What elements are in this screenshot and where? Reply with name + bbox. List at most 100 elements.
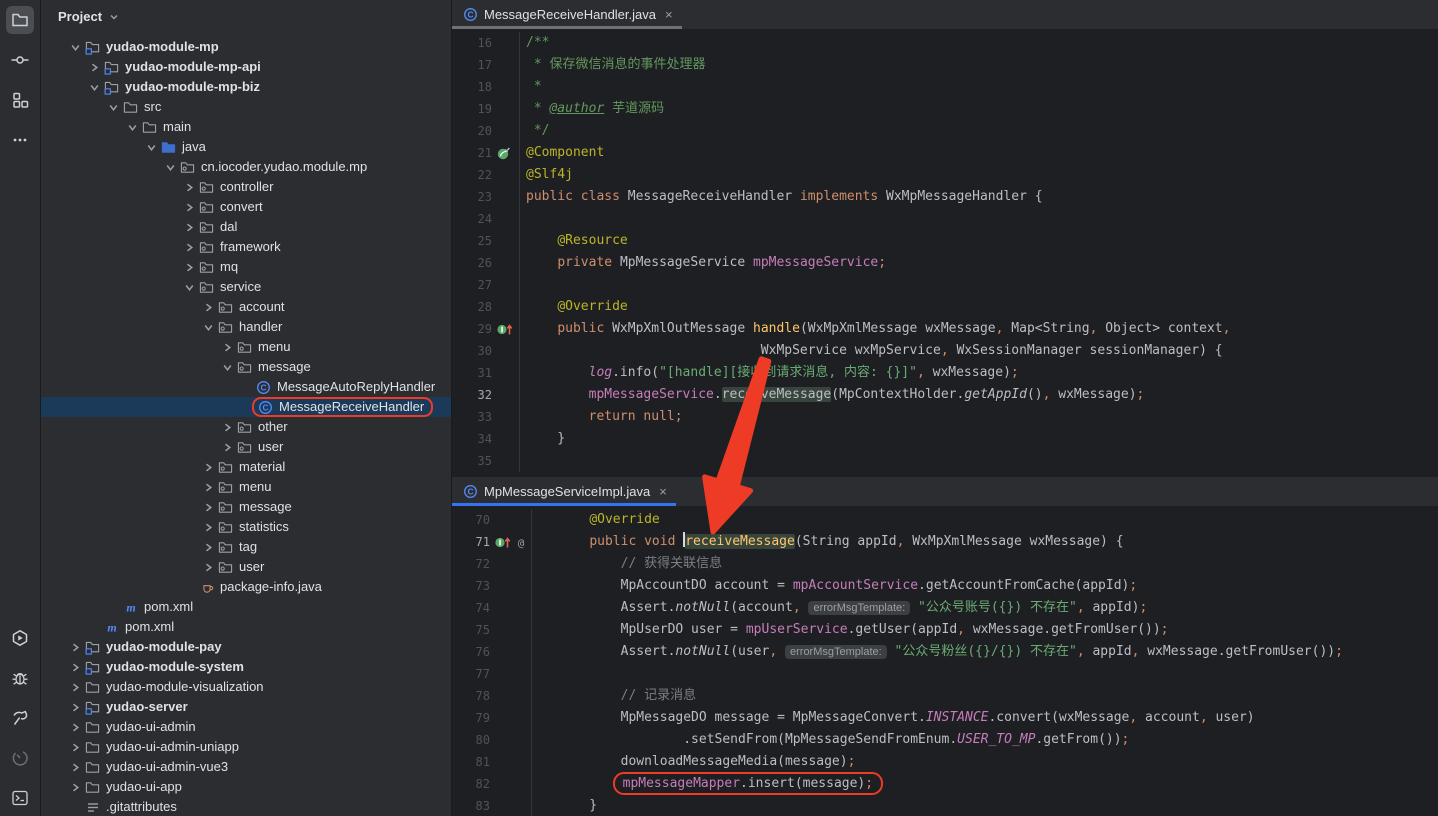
code-line[interactable]: 70 @Override: [452, 509, 1438, 531]
chevron-collapsed-icon[interactable]: [181, 183, 198, 192]
tree-item-yudao-ui-app[interactable]: yudao-ui-app: [41, 777, 451, 797]
code-area[interactable]: 16/**17 * 保存微信消息的事件处理器18 *19 * @author 芋…: [452, 29, 1438, 477]
tree-item-menu[interactable]: menu: [41, 337, 451, 357]
chevron-expanded-icon[interactable]: [143, 143, 160, 152]
line-number[interactable]: 25: [452, 230, 492, 252]
tree-item-yudao-server[interactable]: yudao-server: [41, 697, 451, 717]
editor-message-receive-handler[interactable]: CMessageReceiveHandler.java×16/**17 * 保存…: [452, 0, 1438, 477]
tree-item-user[interactable]: user: [41, 557, 451, 577]
chevron-collapsed-icon[interactable]: [200, 543, 217, 552]
tree-item-material[interactable]: material: [41, 457, 451, 477]
code-line[interactable]: 81 downloadMessageMedia(message);: [452, 751, 1438, 773]
tree-item-statistics[interactable]: statistics: [41, 517, 451, 537]
chevron-expanded-icon[interactable]: [162, 163, 179, 172]
tree-item-messagereceivehandler[interactable]: CMessageReceiveHandler: [41, 397, 451, 417]
code-line[interactable]: 80 .setSendFrom(MpMessageSendFromEnum.US…: [452, 729, 1438, 751]
tree-item-yudao-module-visualization[interactable]: yudao-module-visualization: [41, 677, 451, 697]
debug-icon[interactable]: [6, 664, 34, 692]
line-number[interactable]: 83: [452, 795, 490, 816]
code-line[interactable]: 23public class MessageReceiveHandler imp…: [452, 186, 1438, 208]
tree-item-tag[interactable]: tag: [41, 537, 451, 557]
close-tab-icon[interactable]: ×: [659, 485, 667, 498]
line-number[interactable]: 22: [452, 164, 492, 186]
line-number[interactable]: 28: [452, 296, 492, 318]
tree-item-yudao-module-mp[interactable]: yudao-module-mp: [41, 37, 451, 57]
line-number[interactable]: 24: [452, 208, 492, 230]
chevron-collapsed-icon[interactable]: [200, 303, 217, 312]
line-number[interactable]: 74: [452, 597, 490, 619]
editor-mp-message-service-impl[interactable]: CMpMessageServiceImpl.java×70 @Override7…: [452, 477, 1438, 816]
tree-item-package-info-java[interactable]: package-info.java: [41, 577, 451, 597]
tree-item--gitattributes[interactable]: .gitattributes: [41, 797, 451, 816]
code-line[interactable]: 72 // 获得关联信息: [452, 553, 1438, 575]
code-line[interactable]: 82 mpMessageMapper.insert(message);: [452, 773, 1438, 795]
line-number[interactable]: 72: [452, 553, 490, 575]
line-number[interactable]: 20: [452, 120, 492, 142]
line-number[interactable]: 19: [452, 98, 492, 120]
code-line[interactable]: 31 log.info("[handle][接收到请求消息, 内容: {}]",…: [452, 362, 1438, 384]
line-number[interactable]: 21: [452, 142, 492, 164]
tree-item-main[interactable]: main: [41, 117, 451, 137]
tree-item-dal[interactable]: dal: [41, 217, 451, 237]
run-icon[interactable]: [6, 624, 34, 652]
chevron-collapsed-icon[interactable]: [67, 683, 84, 692]
line-number[interactable]: 35: [452, 450, 492, 472]
tree-item-messageautoreplyhandler[interactable]: CMessageAutoReplyHandler: [41, 377, 451, 397]
code-line[interactable]: 25 @Resource: [452, 230, 1438, 252]
line-number[interactable]: 31: [452, 362, 492, 384]
tab-messagereceivehandler-java[interactable]: CMessageReceiveHandler.java×: [452, 0, 682, 29]
tree-item-java[interactable]: java: [41, 137, 451, 157]
line-number[interactable]: 75: [452, 619, 490, 641]
chevron-expanded-icon[interactable]: [86, 83, 103, 92]
chevron-collapsed-icon[interactable]: [200, 523, 217, 532]
code-line[interactable]: 20 */: [452, 120, 1438, 142]
code-line[interactable]: 35: [452, 450, 1438, 472]
line-number[interactable]: 17: [452, 54, 492, 76]
code-line[interactable]: 33 return null;: [452, 406, 1438, 428]
chevron-collapsed-icon[interactable]: [67, 763, 84, 772]
line-number[interactable]: 76: [452, 641, 490, 663]
chevron-collapsed-icon[interactable]: [200, 463, 217, 472]
tree-item-handler[interactable]: handler: [41, 317, 451, 337]
line-number[interactable]: 71: [452, 531, 490, 553]
line-number[interactable]: 32: [452, 384, 492, 406]
tree-item-yudao-module-pay[interactable]: yudao-module-pay: [41, 637, 451, 657]
tree-item-pom-xml[interactable]: mpom.xml: [41, 597, 451, 617]
tree-item-yudao-module-system[interactable]: yudao-module-system: [41, 657, 451, 677]
code-line[interactable]: 34 }: [452, 428, 1438, 450]
code-line[interactable]: 78 // 记录消息: [452, 685, 1438, 707]
commit-icon[interactable]: [6, 46, 34, 74]
chevron-collapsed-icon[interactable]: [181, 243, 198, 252]
build-icon[interactable]: [6, 704, 34, 732]
code-line[interactable]: 19 * @author 芋道源码: [452, 98, 1438, 120]
tree-item-yudao-ui-admin-uniapp[interactable]: yudao-ui-admin-uniapp: [41, 737, 451, 757]
tree-item-message[interactable]: message: [41, 497, 451, 517]
code-line[interactable]: 17 * 保存微信消息的事件处理器: [452, 54, 1438, 76]
code-line[interactable]: 16/**: [452, 32, 1438, 54]
line-number[interactable]: 82: [452, 773, 490, 795]
chevron-collapsed-icon[interactable]: [67, 743, 84, 752]
more-icon[interactable]: [6, 126, 34, 154]
code-area[interactable]: 70 @Override71@ public void receiveMessa…: [452, 506, 1438, 816]
tree-item-yudao-module-mp-biz[interactable]: yudao-module-mp-biz: [41, 77, 451, 97]
line-number[interactable]: 78: [452, 685, 490, 707]
chevron-collapsed-icon[interactable]: [181, 263, 198, 272]
chevron-down-icon[interactable]: [109, 12, 119, 22]
chevron-collapsed-icon[interactable]: [219, 423, 236, 432]
line-number[interactable]: 30: [452, 340, 492, 362]
chevron-collapsed-icon[interactable]: [67, 663, 84, 672]
chevron-collapsed-icon[interactable]: [67, 643, 84, 652]
chevron-expanded-icon[interactable]: [67, 43, 84, 52]
code-line[interactable]: 18 *: [452, 76, 1438, 98]
chevron-expanded-icon[interactable]: [219, 363, 236, 372]
line-number[interactable]: 73: [452, 575, 490, 597]
tree-item-src[interactable]: src: [41, 97, 451, 117]
code-line[interactable]: 79 MpMessageDO message = MpMessageConver…: [452, 707, 1438, 729]
chevron-collapsed-icon[interactable]: [181, 223, 198, 232]
line-number[interactable]: 81: [452, 751, 490, 773]
chevron-collapsed-icon[interactable]: [200, 503, 217, 512]
code-line[interactable]: 73 MpAccountDO account = mpAccountServic…: [452, 575, 1438, 597]
project-folder-icon[interactable]: [6, 6, 34, 34]
chevron-collapsed-icon[interactable]: [67, 783, 84, 792]
code-line[interactable]: 77: [452, 663, 1438, 685]
